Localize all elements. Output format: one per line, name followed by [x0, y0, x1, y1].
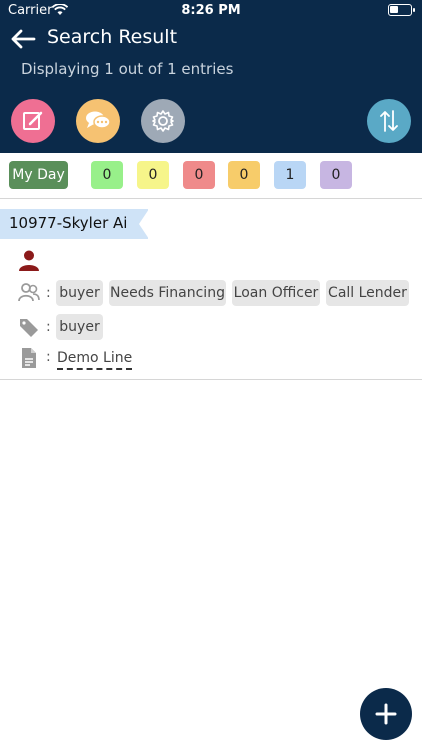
chat-icon — [86, 111, 111, 129]
my-day-button[interactable]: My Day — [9, 161, 68, 189]
counter-blue[interactable]: 1 — [274, 161, 306, 189]
role-chip: Needs Financing — [109, 280, 226, 306]
document-icon — [22, 348, 36, 368]
role-chip: Loan Officer — [232, 280, 320, 306]
people-icon — [18, 283, 40, 302]
add-button[interactable] — [360, 688, 412, 740]
page-title: Search Result — [47, 26, 178, 48]
tags-separator: : — [46, 319, 51, 335]
role-chip: buyer — [56, 280, 103, 306]
counter-yellow[interactable]: 0 — [137, 161, 169, 189]
status-bar: Carrier 8:26 PM — [0, 0, 422, 22]
battery-icon — [388, 4, 415, 16]
note-link[interactable]: Demo Line — [57, 350, 133, 370]
roles-separator: : — [46, 285, 51, 301]
clock: 8:26 PM — [181, 3, 241, 18]
settings-button[interactable] — [141, 99, 185, 143]
contact-name-ribbon[interactable]: 10977-Skyler Ai — [0, 209, 149, 239]
tag-chip: buyer — [56, 314, 103, 340]
counter-red[interactable]: 0 — [183, 161, 215, 189]
person-icon — [19, 250, 39, 271]
counter-purple[interactable]: 0 — [320, 161, 352, 189]
counter-green[interactable]: 0 — [91, 161, 123, 189]
edit-icon — [23, 111, 43, 130]
sort-button[interactable] — [367, 99, 411, 143]
edit-button[interactable] — [11, 99, 55, 143]
contact-name: 10977-Skyler Ai — [9, 214, 128, 232]
note-separator: : — [46, 349, 51, 365]
filter-row: My Day 0 0 0 0 1 0 — [0, 153, 422, 199]
gear-icon — [152, 110, 174, 132]
header: Carrier 8:26 PM Search Result Displaying… — [0, 0, 422, 153]
result-card[interactable]: 10977-Skyler Ai : buyer Needs Financing … — [0, 199, 422, 380]
plus-icon — [375, 703, 397, 725]
sort-icon — [380, 110, 398, 132]
counter-orange[interactable]: 0 — [228, 161, 260, 189]
chat-button[interactable] — [76, 99, 120, 143]
role-chip: Call Lender — [326, 280, 409, 306]
results-count: Displaying 1 out of 1 entries — [21, 60, 234, 78]
tag-icon — [20, 319, 38, 337]
back-arrow-icon[interactable] — [10, 27, 36, 51]
